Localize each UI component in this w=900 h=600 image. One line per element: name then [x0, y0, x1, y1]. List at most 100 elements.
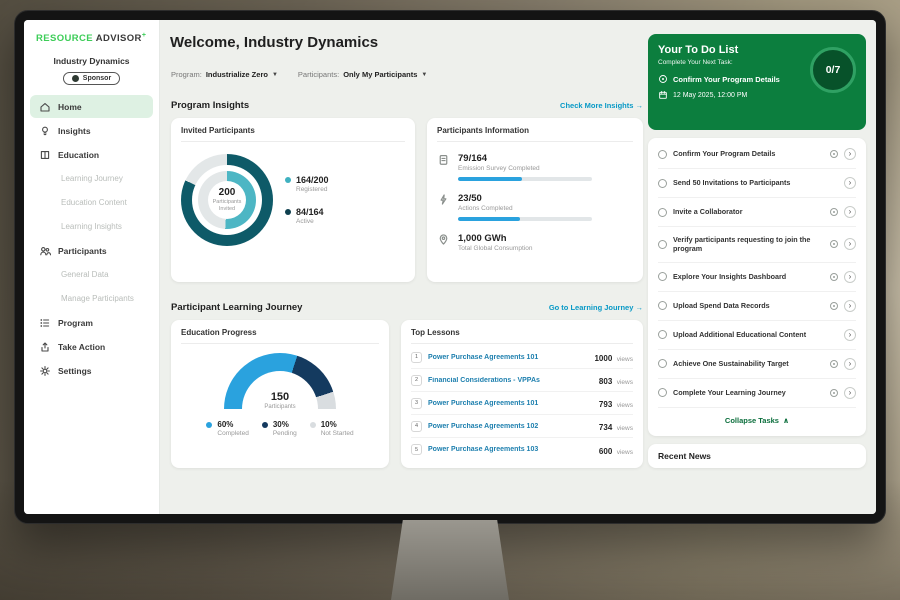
- radio-circle-icon[interactable]: [658, 272, 667, 281]
- sidebar-item-settings[interactable]: Settings: [30, 359, 153, 382]
- todo-next-task[interactable]: Confirm Your Program Details: [658, 74, 808, 84]
- task-row-confirm-program[interactable]: Confirm Your Program Details ›: [658, 140, 856, 169]
- legend-label: Active: [296, 218, 324, 225]
- lesson-rank: 1: [411, 352, 422, 363]
- radio-circle-icon[interactable]: [658, 208, 667, 217]
- sidebar-item-label: Take Action: [58, 342, 105, 352]
- task-row-complete-learning-journey[interactable]: Complete Your Learning Journey ›: [658, 379, 856, 408]
- not-started-dot-icon: [310, 422, 316, 428]
- radio-circle-icon[interactable]: [658, 150, 667, 159]
- sidebar-item-learning-journey[interactable]: Learning Journey: [30, 167, 153, 190]
- donut-legend: 164/200 Registered 84/164 Active: [285, 175, 329, 225]
- radio-circle-icon[interactable]: [658, 240, 667, 249]
- lesson-link[interactable]: Power Purchase Agreements 103: [428, 446, 593, 453]
- invited-donut-chart: 200 Participants Invited: [181, 154, 273, 246]
- brand-plus: +: [142, 32, 147, 39]
- sidebar-item-education[interactable]: Education: [30, 143, 153, 166]
- sidebar-item-label: Insights: [58, 126, 91, 136]
- recent-news-header[interactable]: Recent News: [648, 444, 866, 468]
- info-label: Emission Survey Completed: [458, 165, 592, 172]
- task-row-verify-participants[interactable]: Verify participants requesting to join t…: [658, 227, 856, 263]
- link-label: Go to Learning Journey: [549, 303, 634, 312]
- chevron-right-icon[interactable]: ›: [844, 387, 856, 399]
- legend-item: 164/200 Registered: [285, 175, 329, 193]
- lesson-link[interactable]: Financial Considerations - VPPAs: [428, 377, 593, 384]
- filters-bar: Program: Industrialize Zero ▼ Participan…: [171, 70, 427, 79]
- chevron-right-icon[interactable]: ›: [844, 271, 856, 283]
- radio-circle-icon[interactable]: [658, 330, 667, 339]
- check-more-insights-link[interactable]: Check More Insights →: [560, 101, 643, 110]
- sidebar-item-insights[interactable]: Insights: [30, 119, 153, 142]
- task-row-send-invitations[interactable]: Send 50 Invitations to Participants ›: [658, 169, 856, 198]
- chevron-right-icon[interactable]: ›: [844, 148, 856, 160]
- lesson-link[interactable]: Power Purchase Agreements 101: [428, 354, 588, 361]
- task-row-invite-collaborator[interactable]: Invite a Collaborator ›: [658, 198, 856, 227]
- views-suffix: views: [617, 379, 633, 386]
- lesson-link[interactable]: Power Purchase Agreements 101: [428, 400, 593, 407]
- lesson-link[interactable]: Power Purchase Agreements 102: [428, 423, 593, 430]
- info-value: 1,000 GWh: [458, 233, 532, 244]
- task-row-explore-insights[interactable]: Explore Your Insights Dashboard ›: [658, 263, 856, 292]
- chevron-right-icon[interactable]: ›: [844, 329, 856, 341]
- task-row-upload-educational-content[interactable]: Upload Additional Educational Content ›: [658, 321, 856, 350]
- sidebar-item-manage-participants[interactable]: Manage Participants: [30, 287, 153, 310]
- legend-label: Registered: [296, 186, 329, 193]
- participants-filter[interactable]: Participants: Only My Participants ▼: [298, 70, 427, 79]
- chevron-right-icon[interactable]: ›: [844, 206, 856, 218]
- task-row-upload-spend-data[interactable]: Upload Spend Data Records ›: [658, 292, 856, 321]
- radio-circle-icon[interactable]: [658, 301, 667, 310]
- lesson-row[interactable]: 3 Power Purchase Agreements 101 793 view…: [411, 392, 633, 415]
- info-row: 23/50 Actions Completed: [437, 193, 633, 221]
- sidebar-item-participants[interactable]: Participants: [30, 239, 153, 262]
- sidebar-item-label: Manage Participants: [61, 294, 134, 303]
- collapse-tasks-link[interactable]: Collapse Tasks ∧: [658, 408, 856, 434]
- chevron-right-icon[interactable]: ›: [844, 358, 856, 370]
- legend-item: 60% Completed: [206, 420, 248, 437]
- program-filter[interactable]: Program: Industrialize Zero ▼: [171, 70, 278, 79]
- lesson-row[interactable]: 4 Power Purchase Agreements 102 734 view…: [411, 415, 633, 438]
- sidebar-item-education-content[interactable]: Education Content: [30, 191, 153, 214]
- chevron-right-icon[interactable]: ›: [844, 177, 856, 189]
- sidebar-item-label: Education: [58, 150, 99, 160]
- legend-value: 60%: [217, 420, 248, 429]
- sidebar-item-learning-insights[interactable]: Learning Insights: [30, 215, 153, 238]
- sidebar-item-take-action[interactable]: Take Action: [30, 335, 153, 358]
- legend-label: Not Started: [321, 430, 354, 437]
- radio-circle-icon[interactable]: [658, 179, 667, 188]
- go-to-learning-journey-link[interactable]: Go to Learning Journey →: [549, 303, 643, 312]
- todo-progress-value: 0/7: [826, 64, 841, 76]
- legend-value: 164/200: [296, 175, 329, 185]
- brand-logo: RESOURCE ADVISOR+: [24, 20, 159, 44]
- radio-circle-icon[interactable]: [658, 359, 667, 368]
- participants-filter-label: Participants:: [298, 70, 339, 79]
- radio-circle-icon[interactable]: [658, 388, 667, 397]
- completed-dot-icon: [206, 422, 212, 428]
- status-circle-icon: [830, 360, 838, 368]
- education-gauge-chart: 150 Participants: [224, 353, 336, 410]
- lesson-views: 803 views: [599, 371, 633, 389]
- card-title: Top Lessons: [411, 328, 633, 344]
- sidebar-item-home[interactable]: Home: [30, 95, 153, 118]
- chevron-right-icon[interactable]: ›: [844, 300, 856, 312]
- info-row: 1,000 GWh Total Global Consumption: [437, 233, 633, 252]
- chevron-right-icon[interactable]: ›: [844, 238, 856, 250]
- brand-primary: RESOURCE: [36, 33, 93, 44]
- lightbulb-icon: [39, 125, 51, 137]
- info-value: 79/164: [458, 153, 592, 164]
- lesson-row[interactable]: 5 Power Purchase Agreements 103 600 view…: [411, 438, 633, 461]
- sidebar-item-general-data[interactable]: General Data: [30, 263, 153, 286]
- gauge-center-label: Participants: [224, 404, 336, 410]
- lesson-row[interactable]: 2 Financial Considerations - VPPAs 803 v…: [411, 369, 633, 392]
- arrow-up-box-icon: [39, 341, 51, 353]
- arrow-right-icon: →: [636, 303, 644, 312]
- clipboard-icon: [437, 153, 450, 166]
- sidebar-item-label: Participants: [58, 246, 107, 256]
- lesson-views: 600 views: [599, 441, 633, 459]
- sidebar-item-program[interactable]: Program: [30, 311, 153, 334]
- program-insights-header: Program Insights Check More Insights →: [171, 100, 643, 111]
- lesson-row[interactable]: 1 Power Purchase Agreements 101 1000 vie…: [411, 346, 633, 369]
- gauge-center-value: 150: [224, 391, 336, 403]
- sponsor-badge[interactable]: Sponsor: [63, 72, 120, 85]
- task-row-achieve-sustainability-target[interactable]: Achieve One Sustainability Target ›: [658, 350, 856, 379]
- page-title: Welcome, Industry Dynamics: [170, 34, 378, 51]
